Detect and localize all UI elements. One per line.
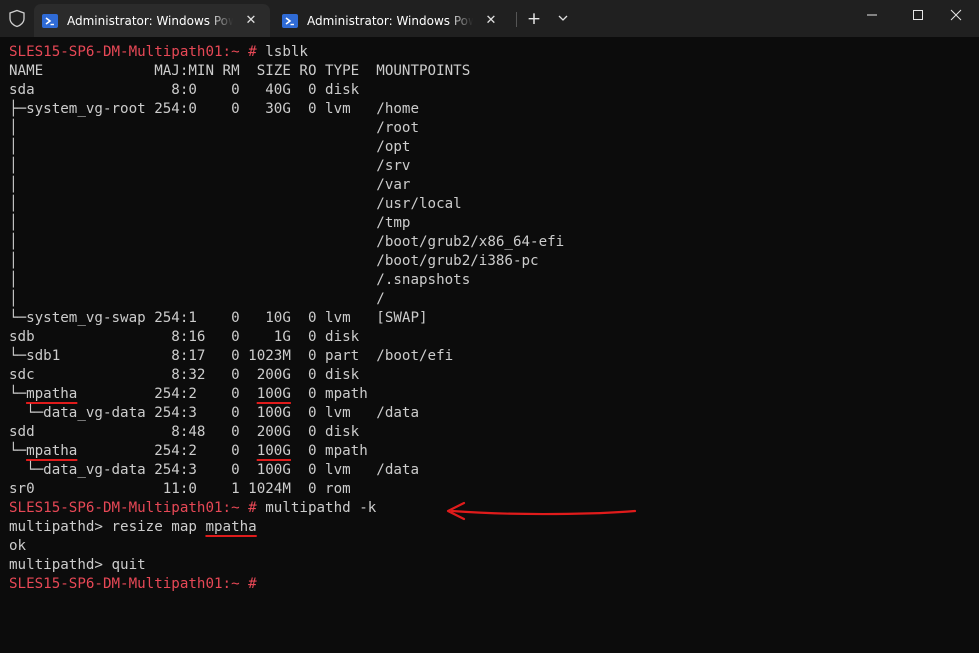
minimize-button[interactable]: [849, 0, 895, 30]
terminal-text: │ /boot/grub2/x86_64-efi: [9, 234, 565, 250]
terminal-line: │ /var: [9, 176, 410, 195]
terminal-text: 100G: [256, 386, 291, 402]
maximize-icon: [913, 10, 923, 20]
terminal-line: │ /opt: [9, 138, 410, 157]
tab-title: Administrator: Windows PowerShell: [67, 13, 233, 28]
terminal-text: └─: [9, 386, 27, 402]
close-window-button[interactable]: [933, 0, 979, 30]
terminal-text: │ /tmp: [9, 215, 411, 231]
terminal-line: sdd 8:48 0 200G 0 disk: [9, 423, 359, 442]
terminal-line: └─data_vg-data 254:3 0 100G 0 lvm /data: [9, 404, 419, 423]
terminal-text: │ /: [9, 291, 385, 307]
terminal-text: 0 mpath: [290, 386, 368, 402]
terminal-text: └─data_vg-data 254:3 0 100G 0 lvm /data: [9, 462, 419, 478]
terminal-text: └─sdb1 8:17 0 1023M 0 part /boot/efi: [9, 348, 454, 364]
terminal-text: ├─system_vg-root 254:0 0 30G 0 lvm /home: [9, 101, 419, 117]
terminal-line: │ /boot/grub2/x86_64-efi: [9, 233, 564, 252]
shell-prompt: SLES15-SP6-DM-Multipath01:~ #: [9, 44, 257, 60]
powershell-icon: [42, 13, 58, 28]
terminal-line: sr0 11:0 1 1024M 0 rom: [9, 480, 351, 499]
close-icon: [950, 9, 962, 21]
terminal-text: └─data_vg-data 254:3 0 100G 0 lvm /data: [9, 405, 419, 421]
terminal-text: │ /.snapshots: [9, 272, 471, 288]
shell-prompt: SLES15-SP6-DM-Multipath01:~ #: [9, 500, 257, 516]
terminal-line: │ /usr/local: [9, 195, 462, 214]
terminal-text: ok: [9, 538, 27, 554]
terminal-text: 0 mpath: [290, 443, 368, 459]
terminal-line: │ /root: [9, 119, 419, 138]
terminal-text: mpatha: [26, 386, 78, 402]
tab-title: Administrator: Windows PowerShell: [307, 13, 473, 28]
terminal-text: sdb 8:16 0 1G 0 disk: [9, 329, 360, 345]
title-bar: Administrator: Windows PowerShell ✕ Admi…: [0, 0, 979, 37]
minimize-icon: [867, 14, 877, 16]
tab-powershell-1[interactable]: Administrator: Windows PowerShell ✕: [34, 4, 270, 37]
terminal-text: 254:2 0: [77, 443, 257, 459]
terminal-line: sda 8:0 0 40G 0 disk: [9, 81, 359, 100]
terminal-text: lsblk: [256, 44, 308, 60]
terminal-text: │ /root: [9, 120, 419, 136]
terminal-line: └─system_vg-swap 254:1 0 10G 0 lvm [SWAP…: [9, 309, 428, 328]
terminal-text: mpatha: [26, 443, 78, 459]
terminal-line: └─sdb1 8:17 0 1023M 0 part /boot/efi: [9, 347, 453, 366]
terminal-text: sdc 8:32 0 200G 0 disk: [9, 367, 360, 383]
new-tab-button[interactable]: +: [524, 9, 544, 29]
terminal-text: │ /opt: [9, 139, 411, 155]
terminal-text: │ /srv: [9, 158, 411, 174]
tab-powershell-2[interactable]: Administrator: Windows PowerShell ✕: [274, 4, 510, 37]
terminal-text: mpatha: [205, 519, 257, 535]
terminal-text: multipathd -k: [256, 500, 377, 516]
terminal-line: └─mpatha 254:2 0 100G 0 mpath: [9, 442, 368, 461]
terminal-line: ├─system_vg-root 254:0 0 30G 0 lvm /home: [9, 100, 419, 119]
terminal-text: multipathd> quit: [9, 557, 146, 573]
terminal-line: │ /: [9, 290, 385, 309]
terminal-line: │ /boot/grub2/i386-pc: [9, 252, 539, 271]
terminal-line: │ /srv: [9, 157, 410, 176]
terminal-line: multipathd> quit: [9, 556, 146, 575]
terminal-line: │ /.snapshots: [9, 271, 470, 290]
shell-prompt: SLES15-SP6-DM-Multipath01:~ #: [9, 576, 257, 592]
terminal-line: SLES15-SP6-DM-Multipath01:~ #: [9, 575, 257, 594]
terminal-line: SLES15-SP6-DM-Multipath01:~ # lsblk: [9, 43, 308, 62]
terminal-line: ok: [9, 537, 26, 556]
terminal-text: NAME MAJ:MIN RM SIZE RO TYPE MOUNTPOINTS: [9, 63, 471, 79]
terminal-line: multipathd> resize map mpatha: [9, 518, 257, 537]
terminal-text: sdd 8:48 0 200G 0 disk: [9, 424, 360, 440]
powershell-icon: [282, 13, 298, 28]
terminal-text: sda 8:0 0 40G 0 disk: [9, 82, 360, 98]
chevron-down-icon[interactable]: [556, 10, 570, 26]
tab-separator: [516, 12, 517, 27]
terminal-line: └─data_vg-data 254:3 0 100G 0 lvm /data: [9, 461, 419, 480]
tab-close-button[interactable]: ✕: [485, 13, 497, 28]
tab-close-button[interactable]: ✕: [245, 13, 257, 28]
terminal-line: │ /tmp: [9, 214, 410, 233]
terminal-text: │ /boot/grub2/i386-pc: [9, 253, 539, 269]
terminal-line: NAME MAJ:MIN RM SIZE RO TYPE MOUNTPOINTS: [9, 62, 470, 81]
terminal-line: SLES15-SP6-DM-Multipath01:~ # multipathd…: [9, 499, 376, 518]
terminal-text: └─: [9, 443, 27, 459]
terminal-line: └─mpatha 254:2 0 100G 0 mpath: [9, 385, 368, 404]
terminal-text: 254:2 0: [77, 386, 257, 402]
shield-icon[interactable]: [8, 9, 26, 28]
terminal-text: │ /var: [9, 177, 411, 193]
terminal-output[interactable]: SLES15-SP6-DM-Multipath01:~ # lsblk NAME …: [0, 37, 979, 653]
terminal-text: 100G: [256, 443, 291, 459]
terminal-text: └─system_vg-swap 254:1 0 10G 0 lvm [SWAP…: [9, 310, 428, 326]
terminal-line: sdb 8:16 0 1G 0 disk: [9, 328, 359, 347]
terminal-text: sr0 11:0 1 1024M 0 rom: [9, 481, 351, 497]
terminal-text: │ /usr/local: [9, 196, 462, 212]
terminal-text: multipathd> resize map: [9, 519, 206, 535]
terminal-line: sdc 8:32 0 200G 0 disk: [9, 366, 359, 385]
